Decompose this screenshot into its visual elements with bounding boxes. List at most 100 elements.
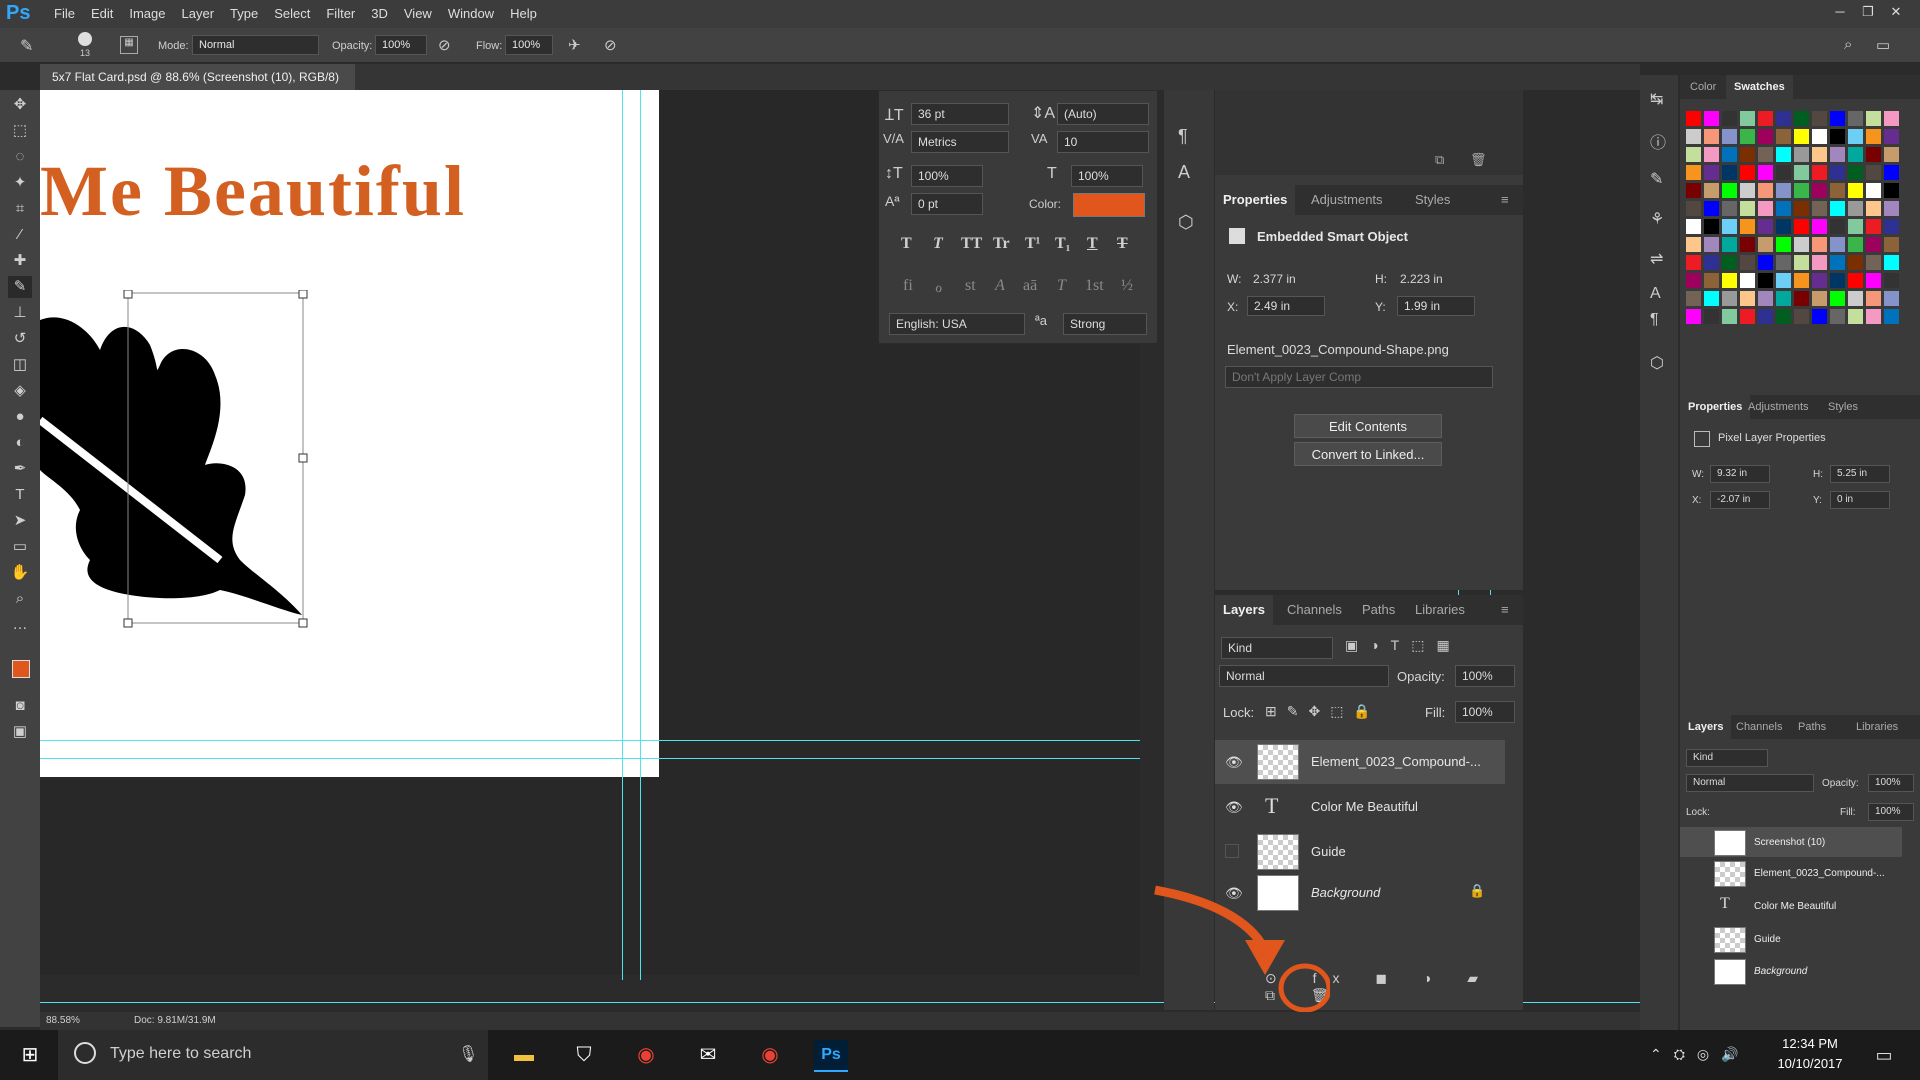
color-swatch[interactable] [1758,111,1773,126]
color-swatch[interactable] [1812,183,1827,198]
tab-paths[interactable]: Paths [1798,715,1826,739]
color-swatch[interactable] [1704,147,1719,162]
tab-styles[interactable]: Styles [1415,185,1450,215]
color-swatch[interactable] [1794,237,1809,252]
marquee-tool-icon[interactable]: ⬚ [8,120,32,142]
color-swatch[interactable] [1704,129,1719,144]
pressure-opacity-icon[interactable]: ⊘ [438,36,451,54]
underline-icon[interactable]: T [1087,235,1098,253]
menu-type[interactable]: Type [222,0,266,28]
color-swatch[interactable] [1830,273,1845,288]
clone-source-icon[interactable]: ⚘ [1650,209,1664,229]
menu-filter[interactable]: Filter [318,0,363,28]
y-field[interactable]: 1.99 in [1397,296,1475,316]
tab-channels[interactable]: Channels [1736,715,1782,739]
character-styles-icon[interactable]: A [1178,162,1190,183]
width-field[interactable]: 9.32 in [1710,465,1770,483]
color-swatch[interactable] [1740,183,1755,198]
hand-tool-icon[interactable]: ✋ [8,562,32,584]
color-swatch[interactable] [1848,201,1863,216]
swash-icon[interactable]: A [995,277,1005,295]
titling-alternates-icon[interactable]: T [1057,277,1066,295]
panel-menu-icon[interactable]: ≡ [1501,595,1509,625]
color-swatch[interactable] [1830,201,1845,216]
horizontal-scale-field[interactable]: 100% [1071,165,1143,187]
layer-row[interactable]: 👁 T Color Me Beautiful [1215,785,1505,829]
file-explorer-icon[interactable]: ▬ [508,1040,540,1070]
color-swatch[interactable] [1848,309,1863,324]
airbrush-icon[interactable]: ✈ [568,36,581,54]
layer-name[interactable]: Color Me Beautiful [1311,799,1418,814]
color-swatch[interactable] [1776,291,1791,306]
color-swatch[interactable] [1794,129,1809,144]
color-swatch[interactable] [1830,183,1845,198]
width-value[interactable]: 2.377 in [1253,272,1296,286]
color-swatch[interactable] [1686,183,1701,198]
blend-mode-select[interactable]: Normal [1219,665,1389,687]
layer-name[interactable]: Element_0023_Compound-... [1754,868,1885,879]
y-field[interactable]: 0 in [1830,491,1890,509]
color-swatch[interactable] [1776,129,1791,144]
menu-window[interactable]: Window [440,0,502,28]
zoom-tool-icon[interactable]: ⌕ [8,588,32,610]
color-swatch[interactable] [1722,273,1737,288]
color-swatch[interactable] [1704,273,1719,288]
menu-edit[interactable]: Edit [83,0,121,28]
eyedropper-tool-icon[interactable]: ⁄ [8,224,32,246]
color-swatch[interactable] [1704,291,1719,306]
ligatures-icon[interactable]: fi [903,277,913,295]
height-value[interactable]: 2.223 in [1400,272,1443,286]
color-swatch[interactable] [1686,291,1701,306]
pressure-size-icon[interactable]: ⊘ [604,36,617,54]
color-swatch[interactable] [1866,237,1881,252]
layer-name[interactable]: Element_0023_Compound-... [1311,754,1481,769]
color-swatch[interactable] [1686,147,1701,162]
edit-contents-button[interactable]: Edit Contents [1294,414,1442,438]
color-swatch[interactable] [1866,165,1881,180]
pen-tool-icon[interactable]: ✒ [8,458,32,480]
tab-adjustments[interactable]: Adjustments [1748,395,1809,419]
stylistic-alternates-icon[interactable]: aā [1023,277,1037,295]
leaf-smart-object[interactable] [40,290,310,630]
tab-styles[interactable]: Styles [1828,395,1858,419]
visibility-eye-icon[interactable]: 👁 [1225,754,1243,771]
color-swatch[interactable] [1848,219,1863,234]
color-swatch[interactable] [1686,201,1701,216]
quick-select-tool-icon[interactable]: ✦ [8,172,32,194]
baseline-shift-field[interactable]: 0 pt [911,193,983,215]
color-swatch[interactable] [1884,237,1899,252]
layer-filter-select[interactable]: Kind [1221,637,1333,659]
crop-tool-icon[interactable]: ⌗ [8,198,32,220]
layer-opacity-field[interactable]: 100% [1868,774,1914,792]
stamp-tool-icon[interactable]: ⊥ [8,302,32,324]
color-swatch[interactable] [1722,291,1737,306]
color-swatch[interactable] [1704,165,1719,180]
brush-tool-icon[interactable]: ✎ [20,36,33,56]
discretionary-ligatures-icon[interactable]: st [965,277,976,295]
color-swatch[interactable] [1866,291,1881,306]
color-swatch[interactable] [1686,255,1701,270]
color-swatch[interactable] [1704,111,1719,126]
color-swatch[interactable] [1848,183,1863,198]
color-swatch[interactable] [1794,183,1809,198]
color-swatch[interactable] [1776,183,1791,198]
eraser-tool-icon[interactable]: ◫ [8,354,32,376]
close-icon[interactable]: ✕ [1882,0,1910,24]
color-swatch[interactable] [1794,147,1809,162]
color-swatch[interactable] [1830,111,1845,126]
height-field[interactable]: 5.25 in [1830,465,1890,483]
leading-field[interactable]: (Auto) [1057,103,1149,125]
new-icon[interactable]: ⧉ [1435,152,1444,168]
paragraph-icon[interactable]: ¶ [1650,311,1659,329]
color-swatch[interactable] [1794,309,1809,324]
color-swatch[interactable] [1830,129,1845,144]
layer-name[interactable]: Color Me Beautiful [1754,901,1836,912]
color-swatch[interactable] [1740,237,1755,252]
opacity-select[interactable]: 100% [375,35,427,55]
color-swatch[interactable] [1830,291,1845,306]
color-swatch[interactable] [1812,201,1827,216]
chrome-icon[interactable]: ◉ [754,1040,786,1070]
color-swatch[interactable] [1776,219,1791,234]
color-swatch[interactable] [1776,201,1791,216]
color-swatch[interactable] [1758,183,1773,198]
